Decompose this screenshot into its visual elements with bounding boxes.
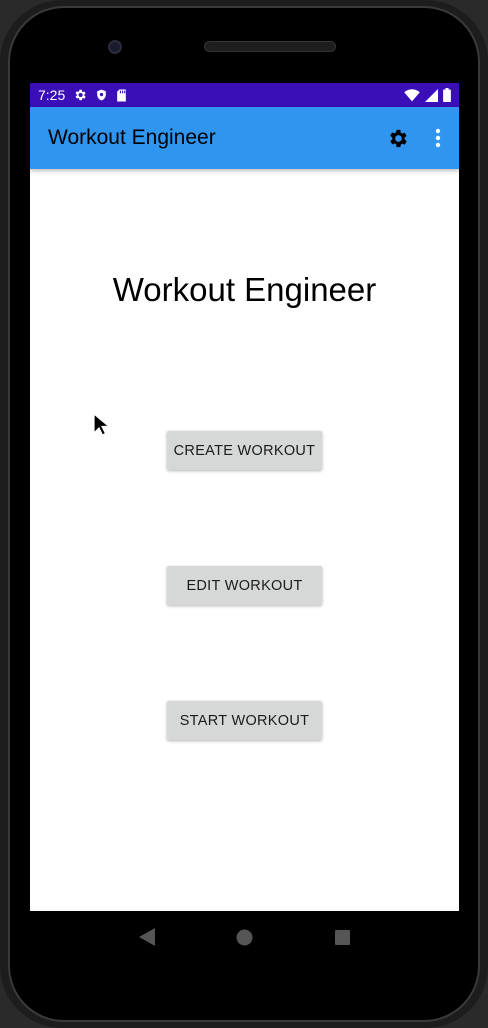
- app-actions: [386, 127, 441, 150]
- home-icon[interactable]: [236, 929, 253, 946]
- shield-icon: [95, 88, 108, 102]
- status-time: 7:25: [38, 87, 66, 103]
- wifi-icon: [404, 88, 420, 102]
- recents-icon[interactable]: [335, 929, 351, 945]
- phone-frame: 7:25 Workout Engineer Workout Engineer C…: [0, 0, 488, 1028]
- screen: 7:25 Workout Engineer Workout Engineer C…: [30, 83, 459, 911]
- overflow-menu-icon[interactable]: [435, 128, 441, 148]
- sd-card-icon: [116, 89, 127, 102]
- earpiece-speaker: [204, 41, 336, 52]
- app-bar: Workout Engineer: [30, 107, 459, 169]
- battery-icon: [443, 88, 451, 102]
- app-title: Workout Engineer: [48, 126, 216, 149]
- navigation-bar: [30, 911, 459, 963]
- status-bar: 7:25: [30, 83, 459, 107]
- cell-signal-icon: [425, 88, 438, 102]
- settings-icon: [73, 88, 87, 102]
- mouse-cursor-icon: [93, 412, 111, 442]
- front-camera: [108, 40, 122, 54]
- status-left: 7:25: [38, 87, 127, 103]
- settings-icon[interactable]: [386, 127, 409, 150]
- start-workout-button[interactable]: START WORKOUT: [167, 701, 322, 740]
- status-right: [404, 88, 451, 102]
- page-heading: Workout Engineer: [112, 271, 377, 308]
- create-workout-button[interactable]: CREATE WORKOUT: [167, 431, 322, 470]
- back-icon[interactable]: [138, 928, 155, 946]
- edit-workout-button[interactable]: EDIT WORKOUT: [167, 566, 322, 605]
